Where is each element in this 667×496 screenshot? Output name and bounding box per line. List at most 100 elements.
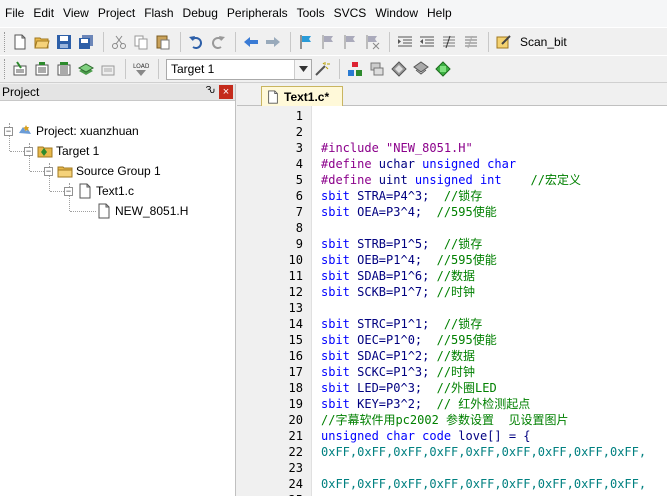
stop-build-button[interactable] — [98, 59, 118, 79]
tree-item-project[interactable]: − Project: xuanzhuan — [4, 121, 139, 141]
code-line[interactable]: 14 sbit STRC=P1^1; //锁存 — [237, 316, 667, 332]
code-line[interactable]: 11 sbit SDAB=P1^6; //数据 — [237, 268, 667, 284]
manage-project-items-button[interactable] — [345, 59, 365, 79]
menu-edit[interactable]: Edit — [32, 0, 62, 27]
manage-rte-button[interactable] — [389, 59, 409, 79]
tab-text1-c[interactable]: Text1.c* — [261, 86, 343, 107]
code-line[interactable]: 7 sbit OEA=P3^4; //595使能 — [237, 204, 667, 220]
code-line[interactable]: 20 //字幕软件用pc2002 参数设置 见设置图片 — [237, 412, 667, 428]
unindent-button[interactable] — [417, 32, 437, 52]
menu-help[interactable]: Help — [426, 0, 460, 27]
collapse-icon[interactable]: − — [64, 186, 73, 196]
code-text: sbit LED=P0^3; //外圈LED — [321, 381, 497, 395]
save-all-button[interactable] — [76, 32, 96, 52]
collapse-icon[interactable]: − — [24, 146, 33, 156]
code-line[interactable]: 4 #define uchar unsigned char — [237, 156, 667, 172]
translate-button[interactable] — [10, 59, 30, 79]
tree-item-header[interactable]: NEW_8051.H — [96, 201, 188, 221]
insert-bookmark-button[interactable] — [296, 32, 316, 52]
code-line[interactable]: 9 sbit STRB=P1^5; //锁存 — [237, 236, 667, 252]
navigate-back-button[interactable] — [241, 32, 261, 52]
find-combo-value[interactable]: Scan_bit — [520, 35, 567, 49]
menu-file[interactable]: File — [4, 0, 32, 27]
clear-bookmarks-button[interactable] — [362, 32, 382, 52]
tree-item-target[interactable]: − Target 1 — [24, 141, 99, 161]
code-line[interactable]: 16 sbit SDAC=P1^2; //数据 — [237, 348, 667, 364]
code-line[interactable]: 1 — [237, 108, 667, 124]
comment-selection-button[interactable] — [439, 32, 459, 52]
tree-item-source-group[interactable]: − Source Group 1 — [44, 161, 161, 181]
code-line[interactable]: 10 sbit OEB=P1^4; //595使能 — [237, 252, 667, 268]
code-line[interactable]: 3 #include "NEW_8051.H" — [237, 140, 667, 156]
build-button[interactable] — [32, 59, 52, 79]
code-line[interactable]: 19 sbit KEY=P3^2; // 红外检测起点 — [237, 396, 667, 412]
menu-svcs[interactable]: SVCS — [333, 0, 375, 27]
code-line[interactable]: 2 — [237, 124, 667, 140]
menu-tools[interactable]: Tools — [296, 0, 333, 27]
collapse-icon[interactable]: − — [44, 166, 53, 176]
bookmark-next-icon — [344, 34, 355, 49]
copy-icon — [134, 35, 148, 49]
pack-installer-button[interactable] — [411, 59, 431, 79]
toolbar-grip[interactable] — [4, 31, 7, 52]
collapse-icon[interactable]: − — [4, 126, 13, 136]
close-panel-button[interactable]: × — [219, 85, 233, 99]
menu-view[interactable]: View — [62, 0, 97, 27]
next-bookmark-button[interactable] — [340, 32, 360, 52]
menu-window[interactable]: Window — [374, 0, 426, 27]
line-number: 6 — [295, 189, 303, 203]
paste-button[interactable] — [153, 32, 173, 52]
redo-button[interactable] — [208, 32, 228, 52]
code-line[interactable]: 13 — [237, 300, 667, 316]
line-number: 12 — [288, 285, 303, 299]
uncomment-selection-button[interactable] — [461, 32, 481, 52]
code-line[interactable]: 25 — [237, 492, 667, 496]
code-line[interactable]: 18 sbit LED=P0^3; //外圈LED — [237, 380, 667, 396]
code-editor[interactable]: 1 2 3 #include "NEW_8051.H" 4 #define uchar u… — [237, 106, 667, 496]
code-line[interactable]: 8 — [237, 220, 667, 236]
target-select-value: Target 1 — [171, 62, 215, 76]
download-button[interactable]: LOAD — [131, 59, 151, 79]
code-line[interactable]: 22 0xFF,0xFF,0xFF,0xFF,0xFF,0xFF,0xFF,0xF… — [237, 444, 667, 460]
pin-icon[interactable]: Ԅ — [205, 85, 215, 96]
cut-button[interactable] — [109, 32, 129, 52]
tree-item-text1-c[interactable]: − Text1.c — [64, 181, 134, 201]
menu-project[interactable]: Project — [97, 0, 143, 27]
line-number: 4 — [295, 157, 303, 171]
undo-button[interactable] — [186, 32, 206, 52]
code-line[interactable]: 5 #define uint unsigned int //宏定义 — [237, 172, 667, 188]
indent-button[interactable] — [395, 32, 415, 52]
chevron-down-icon[interactable] — [294, 59, 311, 79]
target-options-button[interactable] — [312, 59, 332, 79]
save-button[interactable] — [54, 32, 74, 52]
line-number: 9 — [295, 237, 303, 251]
new-file-button[interactable] — [10, 32, 30, 52]
select-packs-button[interactable] — [367, 59, 387, 79]
line-number: 20 — [288, 413, 303, 427]
code-line[interactable]: 6 sbit STRA=P4^3; //锁存 — [237, 188, 667, 204]
batch-build-button[interactable] — [76, 59, 96, 79]
rebuild-button[interactable] — [54, 59, 74, 79]
code-line[interactable]: 21 unsigned char code love[] = { — [237, 428, 667, 444]
line-number: 14 — [288, 317, 303, 331]
code-line[interactable]: 12 sbit SCKB=P1^7; //时钟 — [237, 284, 667, 300]
menu-flash[interactable]: Flash — [143, 0, 181, 27]
menu-peripherals[interactable]: Peripherals — [226, 0, 296, 27]
open-file-button[interactable] — [32, 32, 52, 52]
navigate-forward-button[interactable] — [263, 32, 283, 52]
toolbar-grip[interactable] — [4, 59, 7, 79]
previous-bookmark-button[interactable] — [318, 32, 338, 52]
code-line[interactable]: 24 0xFF,0xFF,0xFF,0xFF,0xFF,0xFF,0xFF,0xF… — [237, 476, 667, 492]
code-text: sbit SCKB=P1^7; //时钟 — [321, 285, 476, 299]
menu-debug[interactable]: Debug — [182, 0, 226, 27]
find-in-files-button[interactable] — [494, 32, 514, 52]
software-packs-button[interactable] — [433, 59, 453, 79]
code-line[interactable]: 15 sbit OEC=P1^0; //595使能 — [237, 332, 667, 348]
code-line[interactable]: 23 — [237, 460, 667, 476]
code-line[interactable]: 17 sbit SCKC=P1^3; //时钟 — [237, 364, 667, 380]
arrow-left-icon — [244, 36, 258, 47]
target-select[interactable]: Target 1 — [166, 58, 312, 80]
folder-icon — [57, 166, 73, 178]
copy-button[interactable] — [131, 32, 151, 52]
line-number: 21 — [288, 429, 303, 443]
